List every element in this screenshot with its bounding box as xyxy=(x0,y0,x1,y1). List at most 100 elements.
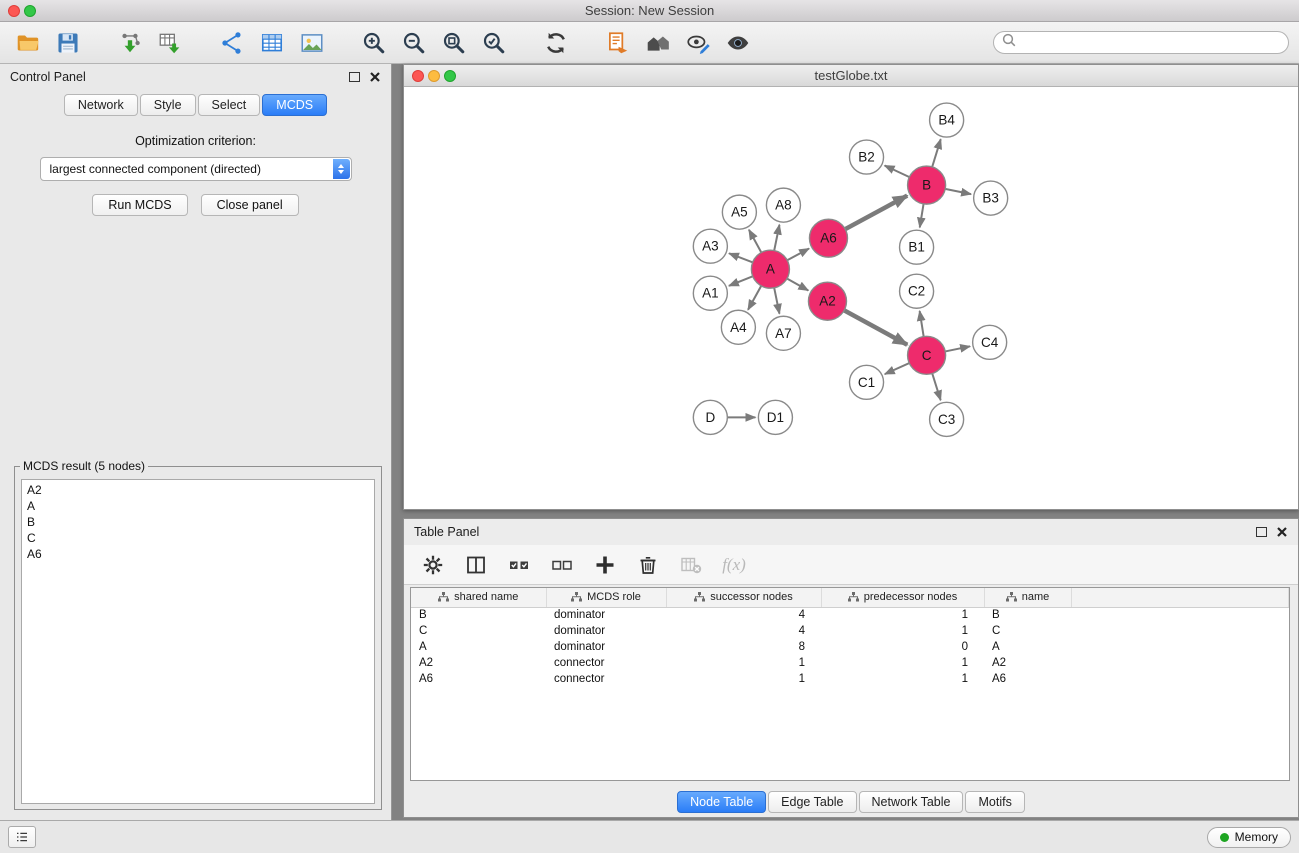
zoom-in-icon[interactable] xyxy=(356,26,392,60)
table-row[interactable]: A2connector11A2 xyxy=(411,655,1289,671)
network-canvas[interactable]: B4B2BB3A5A8A6A3B1AC2A1A2A4A7C4CC1DD1C3 xyxy=(404,87,1298,509)
node-C2[interactable]: C2 xyxy=(900,274,934,308)
mcds-result-item[interactable]: A xyxy=(22,498,374,514)
node-A2[interactable]: A2 xyxy=(808,282,846,320)
unselect-all-rows-icon[interactable] xyxy=(547,550,577,580)
table-cell[interactable]: dominator xyxy=(546,607,666,623)
close-panel-icon[interactable] xyxy=(369,71,381,83)
table-cell[interactable]: A2 xyxy=(411,655,546,671)
show-columns-icon[interactable] xyxy=(461,550,491,580)
add-row-icon[interactable] xyxy=(590,550,620,580)
select-all-rows-icon[interactable] xyxy=(504,550,534,580)
node-B4[interactable]: B4 xyxy=(930,103,964,137)
table-cell[interactable]: 4 xyxy=(666,607,821,623)
table-row[interactable]: Bdominator41B xyxy=(411,607,1289,623)
column-header-name[interactable]: name xyxy=(984,588,1071,607)
table-cell[interactable]: 8 xyxy=(666,639,821,655)
table-cell[interactable]: 1 xyxy=(821,607,984,623)
mcds-result-item[interactable]: A2 xyxy=(22,482,374,498)
table-row[interactable]: Adominator80A xyxy=(411,639,1289,655)
save-session-icon[interactable] xyxy=(50,26,86,60)
mcds-result-item[interactable]: C xyxy=(22,530,374,546)
new-network-icon[interactable] xyxy=(214,26,250,60)
export-image-icon[interactable] xyxy=(294,26,330,60)
tab-style[interactable]: Style xyxy=(140,94,196,116)
table-cell[interactable]: C xyxy=(984,623,1071,639)
node-A6[interactable]: A6 xyxy=(809,219,847,257)
table-cell[interactable]: connector xyxy=(546,671,666,687)
table-cell[interactable]: 4 xyxy=(666,623,821,639)
tab-motifs[interactable]: Motifs xyxy=(965,791,1024,813)
run-mcds-button[interactable]: Run MCDS xyxy=(92,194,187,216)
table-cell[interactable]: A2 xyxy=(984,655,1071,671)
table-cell[interactable]: A xyxy=(984,639,1071,655)
tab-edge-table[interactable]: Edge Table xyxy=(768,791,856,813)
zoom-window-button[interactable] xyxy=(24,5,36,17)
node-table-container[interactable]: shared nameMCDS rolesuccessor nodesprede… xyxy=(410,587,1290,781)
table-cell[interactable]: 1 xyxy=(821,655,984,671)
tab-mcds[interactable]: MCDS xyxy=(262,94,327,116)
refresh-layout-icon[interactable] xyxy=(538,26,574,60)
tab-network-table[interactable]: Network Table xyxy=(859,791,964,813)
zoom-fit-icon[interactable] xyxy=(436,26,472,60)
mcds-result-list[interactable]: A2ABCA6 xyxy=(21,479,375,804)
float-panel-icon[interactable] xyxy=(349,72,360,82)
table-cell[interactable]: A6 xyxy=(411,671,546,687)
node-B2[interactable]: B2 xyxy=(849,140,883,174)
table-cell[interactable]: 1 xyxy=(666,671,821,687)
node-B3[interactable]: B3 xyxy=(974,181,1008,215)
node-B1[interactable]: B1 xyxy=(900,230,934,264)
table-cell[interactable]: A xyxy=(411,639,546,655)
close-panel-button[interactable]: Close panel xyxy=(201,194,299,216)
delete-row-icon[interactable] xyxy=(633,550,663,580)
node-C1[interactable]: C1 xyxy=(849,365,883,399)
mcds-result-item[interactable]: A6 xyxy=(22,546,374,562)
zoom-out-icon[interactable] xyxy=(396,26,432,60)
table-cell[interactable]: connector xyxy=(546,655,666,671)
node-C3[interactable]: C3 xyxy=(930,402,964,436)
table-cell[interactable]: 1 xyxy=(821,623,984,639)
table-settings-icon[interactable] xyxy=(418,550,448,580)
node-C[interactable]: C xyxy=(908,336,946,374)
node-A3[interactable]: A3 xyxy=(693,229,727,263)
table-cell[interactable]: B xyxy=(411,607,546,623)
network-close-button[interactable] xyxy=(412,70,424,82)
table-cell[interactable]: 1 xyxy=(821,671,984,687)
annotation-mode-icon[interactable] xyxy=(680,26,716,60)
table-cell[interactable]: A6 xyxy=(984,671,1071,687)
table-cell[interactable]: 1 xyxy=(666,655,821,671)
node-C4[interactable]: C4 xyxy=(973,325,1007,359)
node-A7[interactable]: A7 xyxy=(766,316,800,350)
column-header-predecessor-nodes[interactable]: predecessor nodes xyxy=(821,588,984,607)
float-table-panel-icon[interactable] xyxy=(1256,527,1267,537)
import-table-icon[interactable] xyxy=(152,26,188,60)
column-header-successor-nodes[interactable]: successor nodes xyxy=(666,588,821,607)
network-zoom-button[interactable] xyxy=(444,70,456,82)
node-A8[interactable]: A8 xyxy=(766,188,800,222)
graphics-details-icon[interactable] xyxy=(720,26,756,60)
zoom-selected-icon[interactable] xyxy=(476,26,512,60)
table-cell[interactable]: dominator xyxy=(546,623,666,639)
node-A4[interactable]: A4 xyxy=(721,310,755,344)
table-cell[interactable]: B xyxy=(984,607,1071,623)
memory-button[interactable]: Memory xyxy=(1207,827,1291,848)
node-A5[interactable]: A5 xyxy=(722,195,756,229)
copy-style-icon[interactable] xyxy=(600,26,636,60)
tab-node-table[interactable]: Node Table xyxy=(677,791,766,813)
mcds-result-item[interactable]: B xyxy=(22,514,374,530)
table-cell[interactable]: C xyxy=(411,623,546,639)
table-cell[interactable]: 0 xyxy=(821,639,984,655)
table-row[interactable]: Cdominator41C xyxy=(411,623,1289,639)
node-B[interactable]: B xyxy=(908,166,946,204)
close-table-panel-icon[interactable] xyxy=(1276,526,1288,538)
node-A[interactable]: A xyxy=(751,250,789,288)
criterion-dropdown[interactable]: largest connected component (directed) xyxy=(40,157,352,181)
network-minimize-button[interactable] xyxy=(428,70,440,82)
column-header-mcds-role[interactable]: MCDS role xyxy=(546,588,666,607)
column-header-shared-name[interactable]: shared name xyxy=(411,588,546,607)
network-overview-icon[interactable] xyxy=(640,26,676,60)
import-network-icon[interactable] xyxy=(112,26,148,60)
table-cell[interactable]: dominator xyxy=(546,639,666,655)
task-history-button[interactable] xyxy=(8,826,36,848)
node-D1[interactable]: D1 xyxy=(758,400,792,434)
